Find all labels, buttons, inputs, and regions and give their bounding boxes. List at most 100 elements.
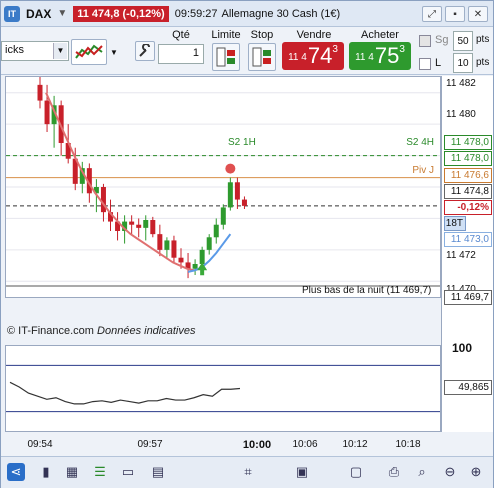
last-price-badge: 11 474,8: [444, 184, 492, 199]
time-tick: 09:57: [137, 439, 163, 450]
s2-1h-price-badge: 11 478,0: [444, 135, 492, 150]
symbol-label: DAX: [26, 6, 52, 21]
candle-body: [44, 100, 50, 125]
title-bar: IT DAX ▼ 11 474,8 (-0,12%) 09:59:27 Alle…: [1, 1, 493, 27]
pin-button[interactable]: ▪: [445, 6, 465, 22]
wrench-icon: [139, 44, 150, 57]
buy-price-tick: 3: [399, 44, 405, 55]
price-tick-11472: 11 472: [446, 250, 476, 261]
pivot-label: Piv J: [412, 165, 434, 176]
candle-body: [206, 237, 212, 250]
qty-input[interactable]: 1: [158, 44, 204, 64]
candle-body: [227, 182, 233, 208]
osc-tick-100: 100: [452, 341, 473, 355]
limit-order-button[interactable]: [212, 43, 240, 71]
period-select[interactable]: icks ▼: [1, 41, 69, 61]
window-icon[interactable]: ▢: [347, 463, 365, 481]
stop-label: Stop: [250, 29, 274, 41]
sell-button[interactable]: 11 4 74 3: [282, 42, 344, 70]
close-icon: ✕: [473, 8, 483, 20]
list-icon[interactable]: ☰: [91, 463, 109, 481]
candle-body: [164, 240, 170, 250]
table-icon[interactable]: ▦: [63, 463, 81, 481]
watermark-note: Données indicatives: [97, 325, 196, 337]
night-low-price-badge: 11 469,7: [444, 290, 492, 305]
ma-price-badge: 11 473,0: [444, 232, 492, 247]
watermark: © IT-Finance.com Données indicatives: [7, 325, 195, 337]
zoom-in-icon[interactable]: ⊕: [467, 463, 485, 481]
chart-type-chevron-icon[interactable]: ▼: [110, 48, 118, 57]
l-value-input[interactable]: 10: [453, 53, 473, 73]
night-low-label: Plus bas de la nuit (11 469,7): [302, 285, 432, 296]
sell-price-main: 74: [307, 43, 333, 68]
detach-button[interactable]: ⤢: [422, 6, 442, 22]
grid-icon[interactable]: ▤: [149, 463, 167, 481]
price-chart[interactable]: S2 1H S2 4H Piv J Plus bas de la nuit (1…: [5, 76, 441, 298]
candle-body: [136, 224, 142, 228]
layers-icon[interactable]: ▣: [293, 463, 311, 481]
sg-value-input[interactable]: 50: [453, 31, 473, 51]
draw-icon[interactable]: ▭: [119, 463, 137, 481]
l-checkbox[interactable]: [419, 58, 431, 70]
price-scale[interactable]: 11 482 11 480 11 478,0 11 478,0 11 476,6…: [441, 76, 493, 432]
sell-label: Vendre: [296, 29, 332, 41]
print-icon[interactable]: ⎙: [385, 463, 403, 481]
buy-label: Acheter: [361, 29, 399, 41]
stop-order-icon: [252, 47, 271, 67]
candles-icon[interactable]: ▮: [37, 463, 55, 481]
candle-body: [220, 207, 226, 225]
candle-body: [199, 249, 205, 264]
candle-body: [213, 224, 219, 238]
candle-body: [37, 84, 43, 101]
candle-body: [192, 264, 198, 269]
buy-button[interactable]: 11 4 75 3: [349, 42, 411, 70]
period-value: icks: [5, 44, 24, 56]
candle-body: [129, 221, 135, 225]
stop-order-button[interactable]: [248, 43, 276, 71]
time-tick: 09:54: [27, 439, 53, 450]
limit-label: Limite: [211, 29, 241, 41]
time-axis: 09:54 09:57 10:00 10:06 10:12 10:18: [5, 433, 441, 455]
s2-1h-label: S2 1H: [228, 137, 256, 148]
candlestick-chart: [6, 77, 440, 287]
chevron-down-icon: ▼: [53, 43, 67, 59]
time-tick: 10:18: [395, 439, 421, 450]
pin-icon: ▪: [453, 8, 457, 20]
ticks-badge: 18T: [444, 216, 466, 231]
candle-body: [241, 199, 247, 206]
zoom-fit-icon[interactable]: ⌕: [413, 463, 431, 481]
zoom-rect-icon[interactable]: ⌗: [239, 463, 257, 481]
chart-type-button[interactable]: [71, 39, 107, 65]
l-unit-label: pts: [476, 57, 490, 68]
app-logo-icon: IT: [4, 5, 20, 22]
oscillator-chart: [6, 364, 440, 413]
s2-4h-price-badge: 11 478,0: [444, 151, 492, 166]
buy-price-main: 75: [374, 43, 400, 68]
price-tick-11482: 11 482: [446, 78, 476, 89]
sg-unit-label: pts: [476, 34, 490, 45]
quote-time: 09:59:27: [174, 7, 218, 20]
limit-order-icon: [216, 47, 235, 67]
sg-checkbox[interactable]: [419, 35, 431, 47]
time-tick: 10:12: [342, 439, 368, 450]
settings-button[interactable]: [135, 41, 155, 61]
detach-icon: ⤢: [428, 8, 436, 20]
watermark-source: © IT-Finance.com: [7, 325, 94, 337]
l-label: L: [435, 57, 442, 69]
candle-body: [157, 234, 163, 250]
zoom-out-icon[interactable]: ⊖: [441, 463, 459, 481]
oscillator-panel[interactable]: [5, 345, 441, 432]
candle-body: [171, 240, 177, 258]
close-button[interactable]: ✕: [468, 6, 488, 22]
share-icon[interactable]: ⋖: [7, 463, 25, 481]
s2-4h-label: S2 4H: [406, 137, 434, 148]
osc-value-badge: 49,865: [444, 380, 492, 395]
sell-price-prefix: 11 4: [288, 52, 307, 63]
osc-line: [9, 381, 241, 405]
candle-body: [178, 257, 184, 263]
bottom-toolbar: ⋖ ▮ ▦ ☰ ▭ ▤ ⌗ ▣ ▢ ⎙ ⌕ ⊖ ⊕: [1, 456, 493, 488]
price-tick-11480: 11 480: [446, 109, 476, 120]
indicator-chart-icon: [75, 44, 103, 59]
symbol-dropdown-icon[interactable]: ▼: [57, 8, 67, 19]
time-tick: 10:06: [292, 439, 318, 450]
